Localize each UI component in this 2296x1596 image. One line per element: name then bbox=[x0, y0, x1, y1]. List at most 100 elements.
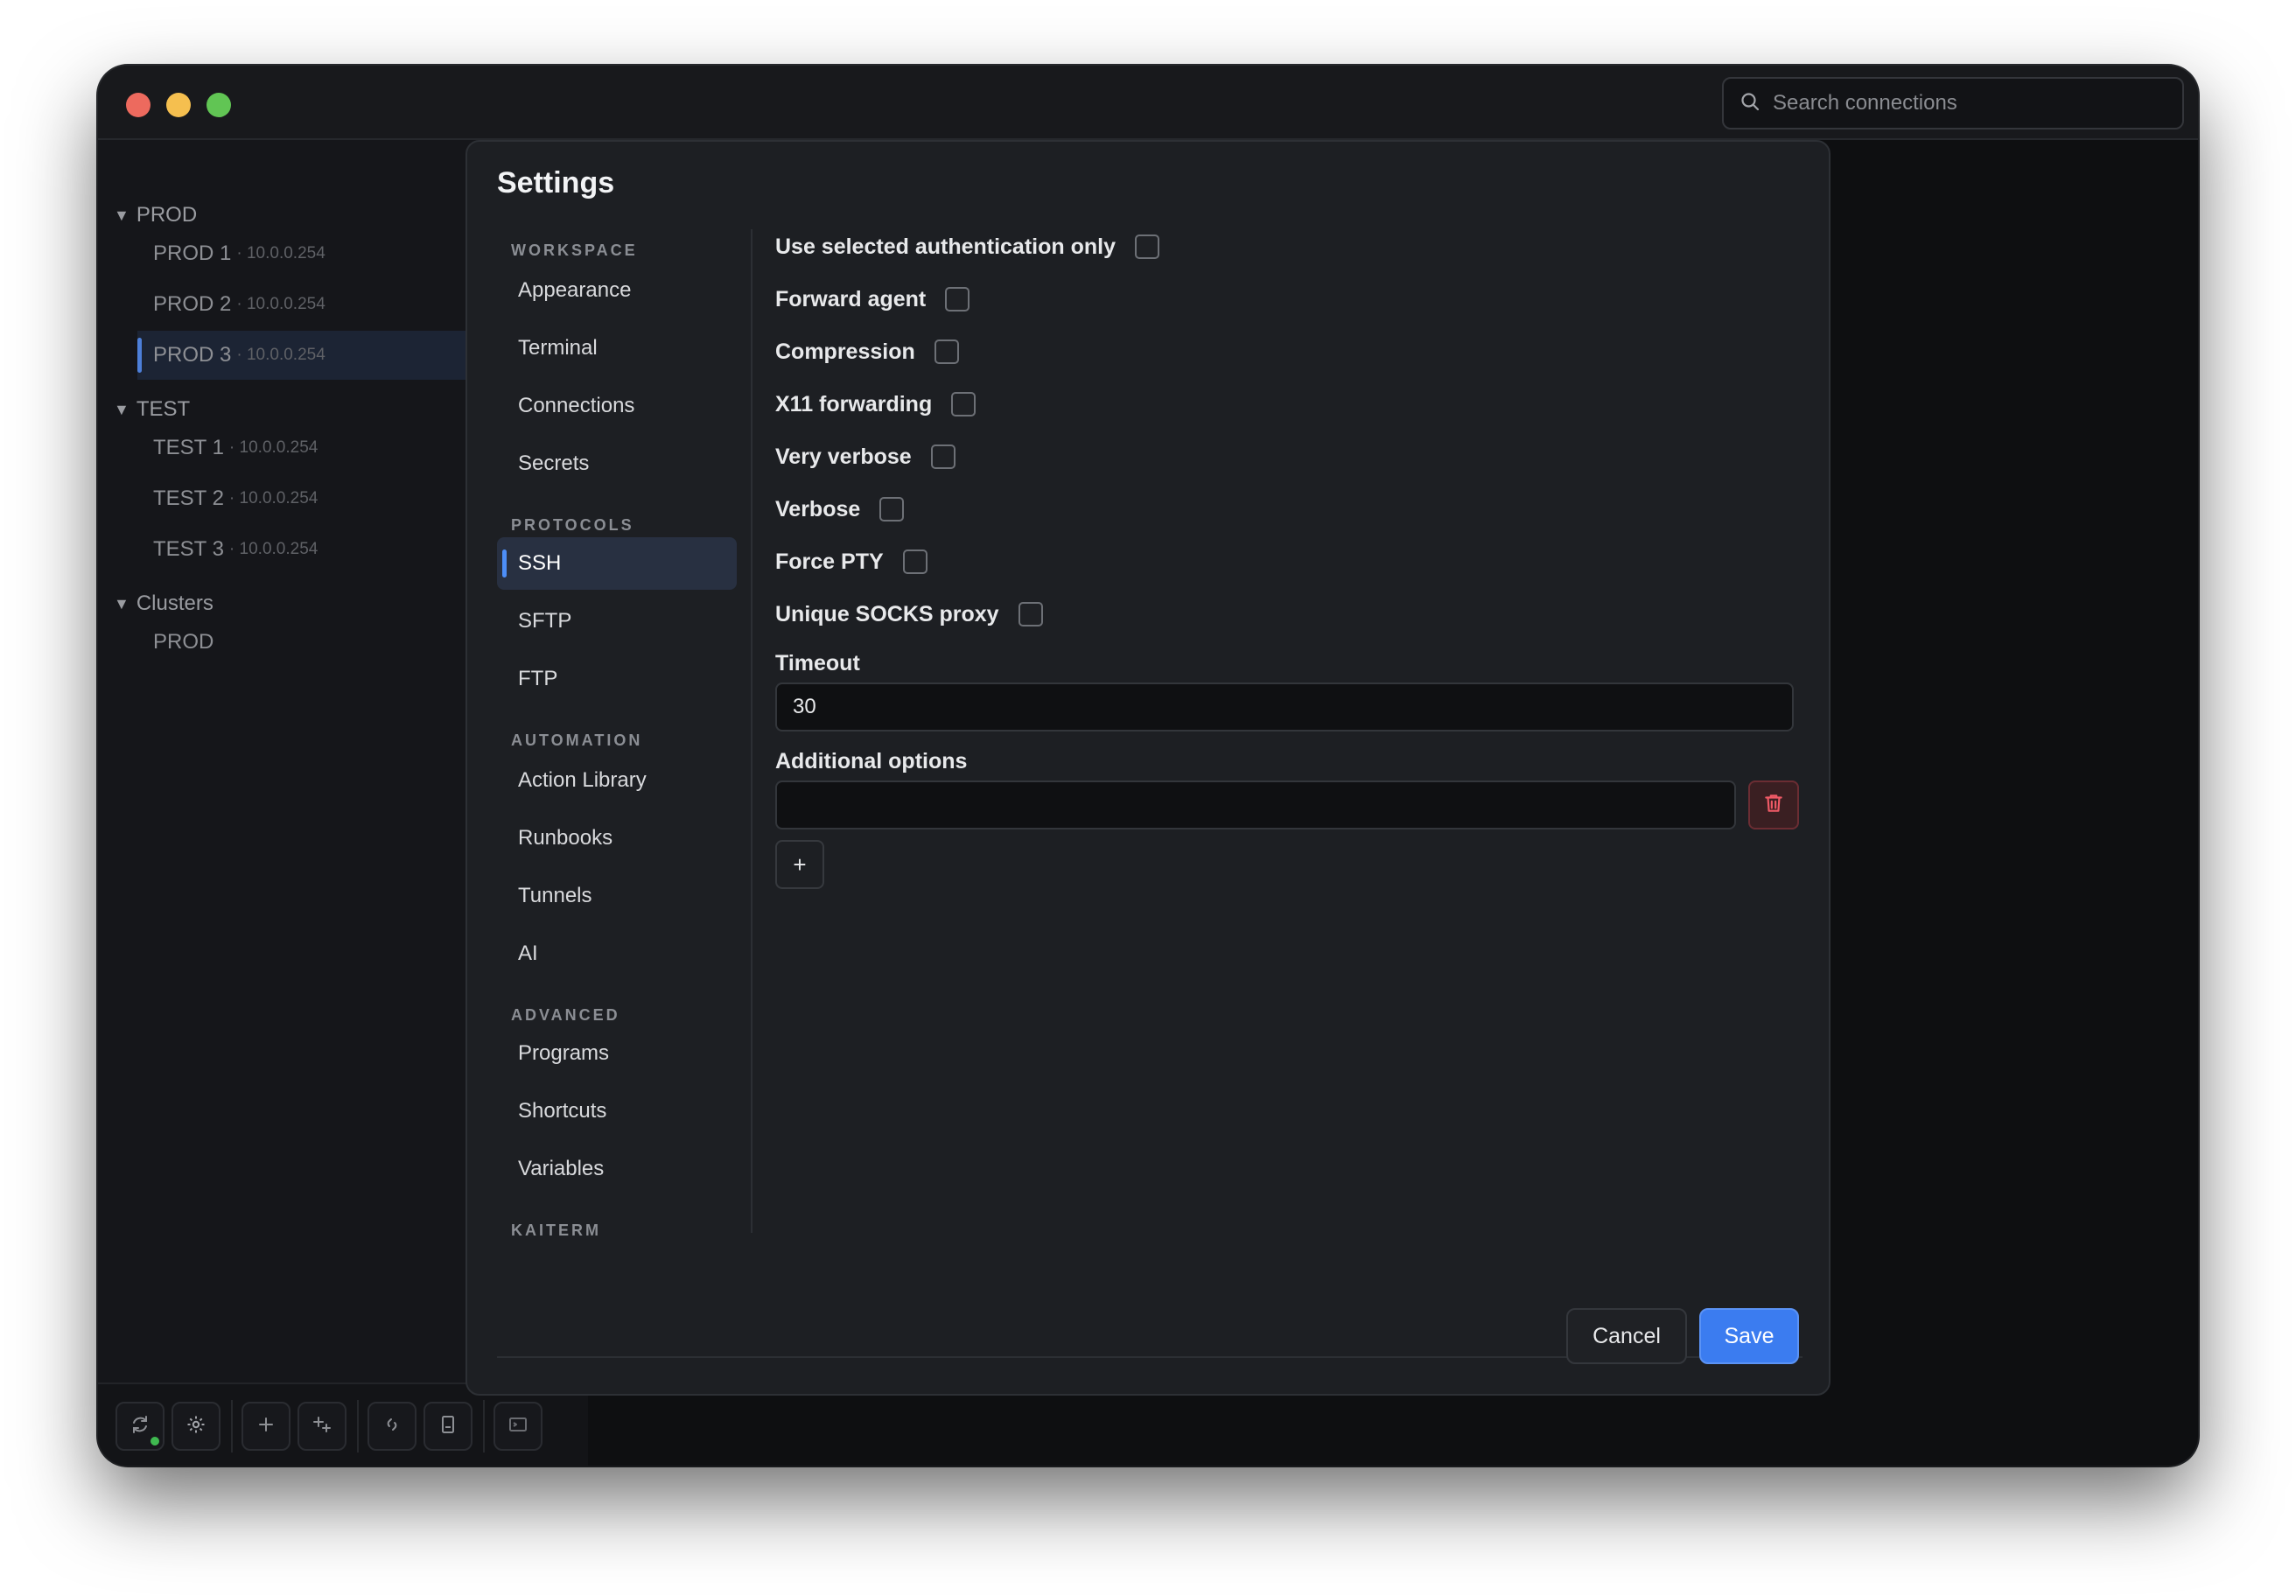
option-forward-agent[interactable]: Forward agent bbox=[775, 282, 970, 317]
x11-forwarding-checkbox[interactable] bbox=[951, 392, 976, 416]
option-label: X11 forwarding bbox=[775, 391, 933, 416]
caret-down-icon: ▼ bbox=[114, 400, 130, 418]
group-label: TEST bbox=[136, 397, 191, 421]
caret-down-icon: ▼ bbox=[114, 206, 130, 224]
timeout-input[interactable]: 30 bbox=[775, 682, 1794, 732]
nav-item-connections[interactable]: Connections bbox=[497, 380, 737, 432]
search-input[interactable] bbox=[1773, 91, 2158, 116]
nav-item-variables[interactable]: Variables bbox=[497, 1143, 737, 1195]
bookmark-button[interactable] bbox=[424, 1402, 472, 1451]
nav-item-tunnels[interactable]: Tunnels bbox=[497, 870, 737, 922]
nav-item-programs[interactable]: Programs bbox=[497, 1027, 737, 1080]
caret-down-icon: ▼ bbox=[114, 594, 130, 612]
settings-dialog: Settings WORKSPACE Appearance Terminal C… bbox=[466, 140, 1830, 1396]
nav-item-action-library[interactable]: Action Library bbox=[497, 754, 737, 807]
connection-ip: · 10.0.0.254 bbox=[228, 540, 318, 558]
plus-icon bbox=[256, 1414, 276, 1439]
connection-name: PROD bbox=[153, 630, 214, 654]
toolbar-divider bbox=[357, 1400, 359, 1452]
option-very-verbose[interactable]: Very verbose bbox=[775, 439, 956, 474]
option-label: Compression bbox=[775, 339, 915, 364]
connection-name: TEST 3 bbox=[153, 537, 224, 561]
connection-name: PROD 1 bbox=[153, 242, 232, 265]
option-use-selected-auth[interactable]: Use selected authentication only bbox=[775, 229, 1159, 264]
nav-item-terminal[interactable]: Terminal bbox=[497, 322, 737, 374]
bookmark-icon bbox=[438, 1414, 458, 1439]
nav-section-advanced: ADVANCED bbox=[511, 1006, 620, 1024]
add-connection-button[interactable] bbox=[242, 1402, 290, 1451]
nav-section-kaiterm: KAITERM bbox=[511, 1222, 601, 1239]
verbose-checkbox[interactable] bbox=[879, 497, 905, 522]
delete-option-button[interactable] bbox=[1748, 780, 1799, 830]
nav-item-ai[interactable]: AI bbox=[497, 928, 737, 980]
save-button[interactable]: Save bbox=[1699, 1308, 1799, 1364]
option-compression[interactable]: Compression bbox=[775, 334, 959, 369]
option-label: Use selected authentication only bbox=[775, 234, 1116, 259]
connection-name: PROD 3 bbox=[153, 343, 232, 367]
nav-item-ssh[interactable]: SSH bbox=[497, 537, 737, 590]
search-box[interactable] bbox=[1722, 77, 2184, 130]
sparkle-plus-icon bbox=[312, 1414, 332, 1439]
status-dot bbox=[150, 1437, 159, 1446]
unique-socks-proxy-checkbox[interactable] bbox=[1018, 602, 1043, 626]
option-unique-socks-proxy[interactable]: Unique SOCKS proxy bbox=[775, 597, 1043, 632]
forward-agent-checkbox[interactable] bbox=[945, 287, 970, 312]
compression-checkbox[interactable] bbox=[934, 340, 959, 364]
nav-item-runbooks[interactable]: Runbooks bbox=[497, 812, 737, 864]
link-icon bbox=[382, 1414, 402, 1439]
toolbar-divider bbox=[231, 1400, 233, 1452]
trash-icon bbox=[1762, 792, 1785, 819]
connection-name: TEST 2 bbox=[153, 486, 224, 510]
connection-ip: · 10.0.0.254 bbox=[236, 346, 326, 364]
nav-item-ftp[interactable]: FTP bbox=[497, 653, 737, 705]
title-bar bbox=[98, 66, 2198, 140]
settings-button[interactable] bbox=[172, 1402, 220, 1451]
group-label: PROD bbox=[136, 203, 198, 227]
terminal-icon bbox=[508, 1414, 528, 1439]
option-label: Forward agent bbox=[775, 286, 927, 312]
dialog-title: Settings bbox=[497, 166, 615, 200]
additional-options-label: Additional options bbox=[775, 749, 968, 774]
toolbar-divider bbox=[483, 1400, 485, 1452]
nav-section-protocols: PROTOCOLS bbox=[511, 516, 634, 534]
nav-section-workspace: WORKSPACE bbox=[511, 242, 638, 259]
app-window: ▼ PROD PROD 1 · 10.0.0.254 PROD 2 · 10.0… bbox=[98, 66, 2198, 1466]
connection-ip: · 10.0.0.254 bbox=[228, 438, 318, 457]
add-option-button[interactable]: + bbox=[775, 840, 824, 889]
nav-item-secrets[interactable]: Secrets bbox=[497, 438, 737, 490]
option-label: Verbose bbox=[775, 496, 861, 522]
connection-name: TEST 1 bbox=[153, 436, 224, 459]
connection-name: PROD 2 bbox=[153, 292, 232, 316]
connection-ip: · 10.0.0.254 bbox=[228, 489, 318, 508]
connection-ip: · 10.0.0.254 bbox=[236, 295, 326, 313]
cancel-button[interactable]: Cancel bbox=[1566, 1308, 1687, 1364]
sync-icon bbox=[130, 1414, 150, 1439]
timeout-label: Timeout bbox=[775, 651, 860, 676]
link-button[interactable] bbox=[368, 1402, 416, 1451]
minimize-window-button[interactable] bbox=[166, 93, 191, 117]
close-window-button[interactable] bbox=[126, 93, 150, 117]
option-label: Very verbose bbox=[775, 444, 912, 469]
connection-ip: · 10.0.0.254 bbox=[236, 244, 326, 262]
group-label: Clusters bbox=[136, 592, 214, 615]
nav-item-appearance[interactable]: Appearance bbox=[497, 264, 737, 317]
add-group-button[interactable] bbox=[298, 1402, 346, 1451]
terminal-button[interactable] bbox=[494, 1402, 542, 1451]
gear-icon bbox=[186, 1414, 206, 1439]
option-x11-forwarding[interactable]: X11 forwarding bbox=[775, 387, 976, 422]
option-label: Force PTY bbox=[775, 549, 884, 574]
nav-section-automation: AUTOMATION bbox=[511, 732, 643, 749]
option-verbose[interactable]: Verbose bbox=[775, 492, 905, 527]
use-selected-auth-checkbox[interactable] bbox=[1135, 234, 1159, 259]
force-pty-checkbox[interactable] bbox=[902, 550, 928, 574]
search-icon bbox=[1740, 91, 1760, 116]
sync-button[interactable] bbox=[116, 1402, 164, 1451]
option-label: Unique SOCKS proxy bbox=[775, 601, 999, 626]
very-verbose-checkbox[interactable] bbox=[930, 444, 956, 469]
option-force-pty[interactable]: Force PTY bbox=[775, 544, 928, 579]
maximize-window-button[interactable] bbox=[206, 93, 231, 117]
nav-item-sftp[interactable]: SFTP bbox=[497, 595, 737, 648]
additional-option-input[interactable] bbox=[775, 780, 1736, 830]
nav-divider bbox=[751, 229, 752, 1233]
nav-item-shortcuts[interactable]: Shortcuts bbox=[497, 1085, 737, 1138]
